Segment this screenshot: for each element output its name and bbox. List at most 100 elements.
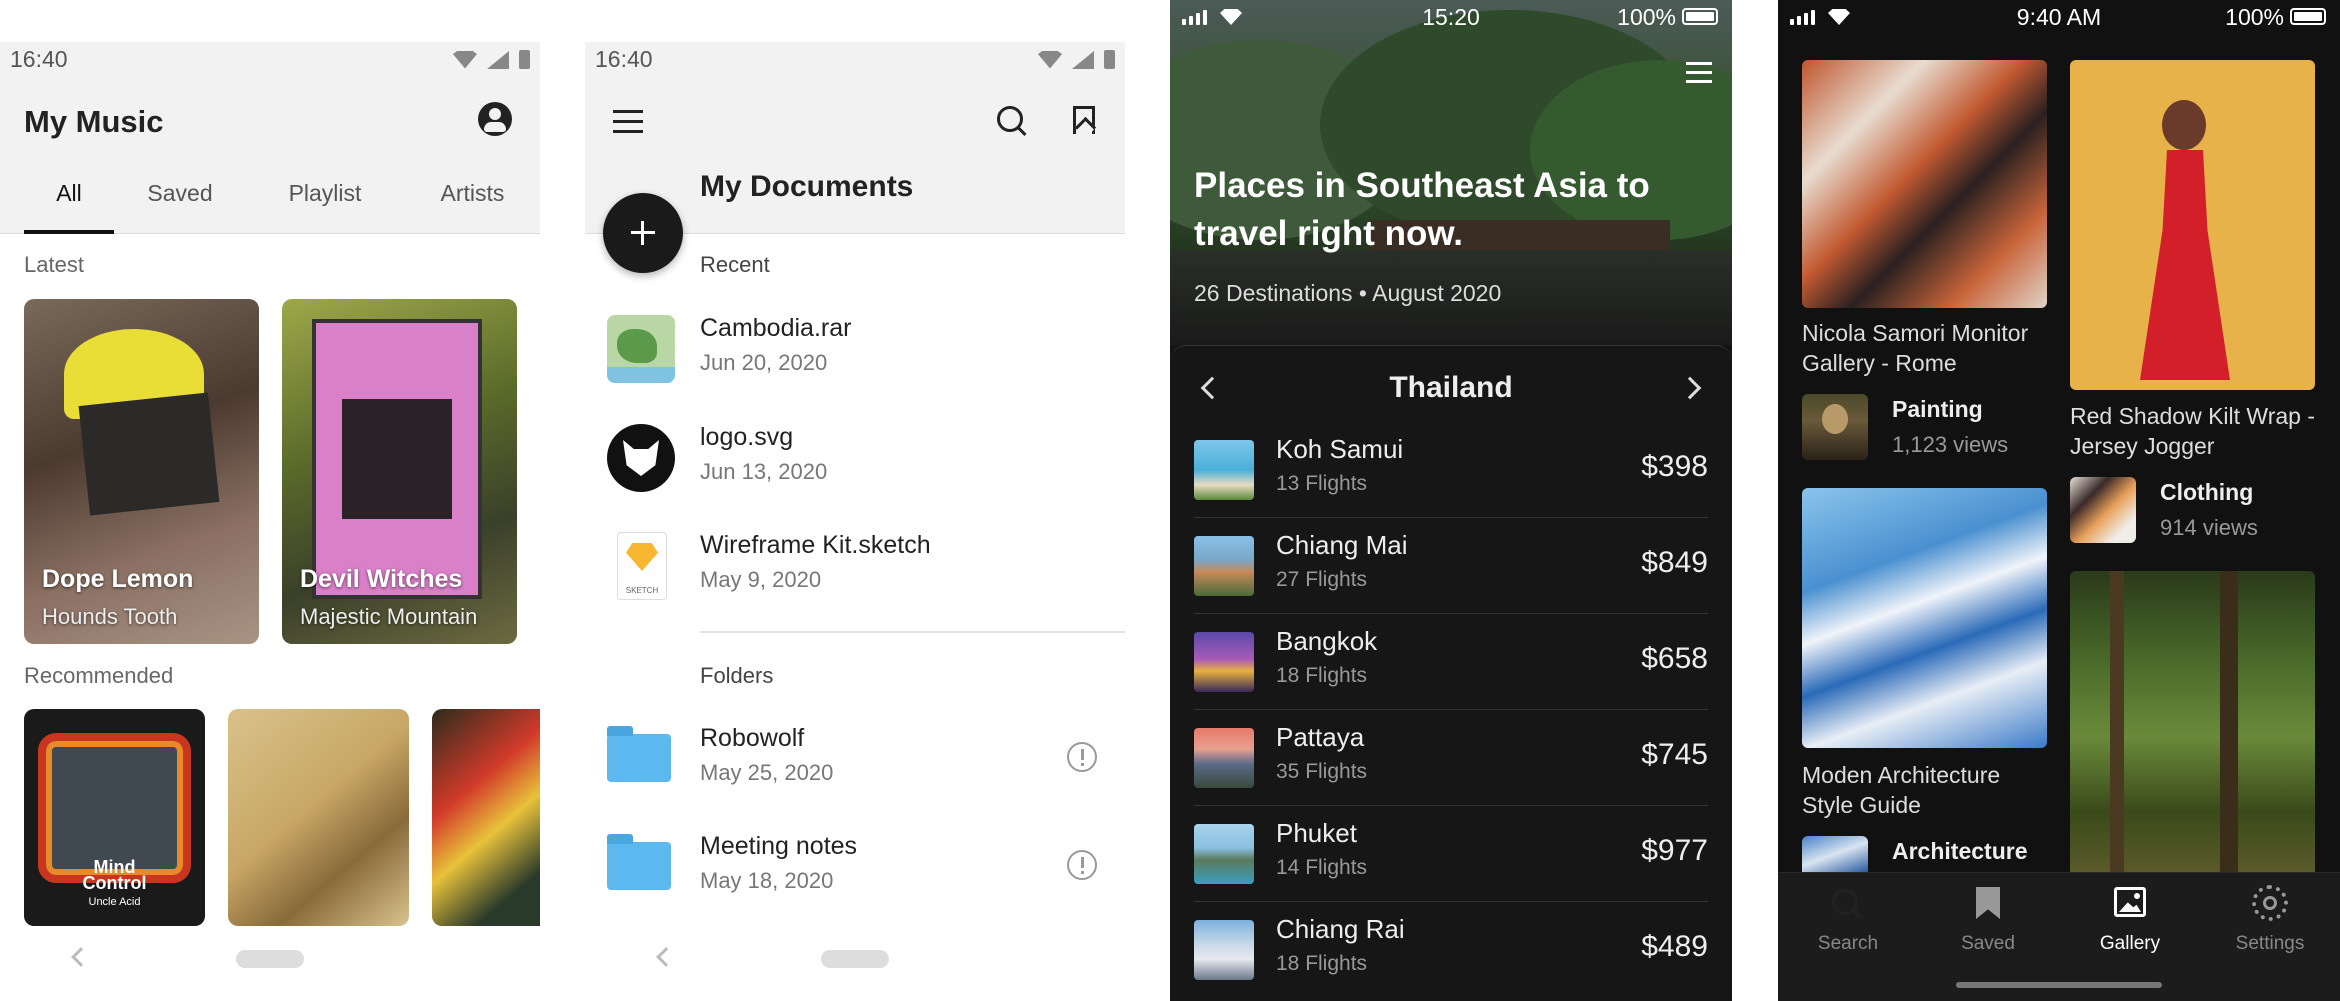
recent-label: Recent bbox=[700, 252, 770, 277]
home-indicator[interactable] bbox=[1956, 982, 2162, 988]
album-card-devil-witches[interactable]: Devil Witches Majestic Mountain bbox=[282, 299, 517, 644]
tab-all[interactable]: All bbox=[24, 176, 114, 207]
info-icon[interactable] bbox=[1067, 742, 1097, 772]
destination-name: Pattaya bbox=[1276, 722, 1365, 752]
tab-saved[interactable]: Saved bbox=[130, 176, 230, 207]
destination-price: $489 bbox=[1641, 930, 1708, 963]
sketch-file-icon: SKETCH bbox=[617, 532, 667, 600]
search-icon[interactable] bbox=[997, 106, 1027, 136]
page-title: My Music bbox=[24, 104, 164, 139]
page-title: Places in Southeast Asia to travel right… bbox=[1194, 166, 1650, 253]
table-row[interactable]: Pattaya 35 Flights $745 bbox=[1194, 710, 1708, 806]
status-bar: 16:40 bbox=[0, 42, 540, 76]
category-name: Painting bbox=[1892, 396, 1983, 422]
list-item[interactable]: SKETCH Wireframe Kit.sketch May 9, 2020 bbox=[607, 527, 1125, 607]
status-bar: 16:40 bbox=[585, 42, 1125, 76]
item-caption: Nicola Samori Monitor Gallery - Rome bbox=[1802, 320, 2029, 376]
file-date: May 9, 2020 bbox=[700, 567, 822, 592]
destination-name: Koh Samui bbox=[1276, 434, 1404, 464]
battery-icon bbox=[1104, 50, 1115, 69]
divider bbox=[700, 631, 1125, 633]
add-button[interactable] bbox=[603, 193, 683, 273]
status-bar: 9:40 AM 100% bbox=[1778, 0, 2340, 36]
tab-indicator bbox=[24, 230, 114, 234]
travel-screen: 15:20 100% Places in Southeast Asia to t… bbox=[1170, 0, 1732, 1001]
tab-label: Gallery bbox=[2099, 933, 2161, 954]
folder-name: Robowolf bbox=[700, 724, 805, 752]
tab-artists[interactable]: Artists bbox=[420, 176, 525, 207]
account-icon[interactable] bbox=[478, 102, 512, 136]
gallery-image-clothing[interactable] bbox=[2070, 60, 2315, 390]
destination-name: Bangkok bbox=[1276, 626, 1378, 656]
destination-flights: 18 Flights bbox=[1276, 664, 1368, 687]
folder-icon bbox=[607, 726, 671, 782]
country-title: Thailand bbox=[1389, 371, 1513, 404]
signal-icon bbox=[1072, 50, 1094, 69]
destination-flights: 35 Flights bbox=[1276, 760, 1368, 783]
bookmark-icon[interactable] bbox=[1073, 106, 1095, 134]
wifi-icon bbox=[453, 50, 477, 69]
category-views: 914 views bbox=[2160, 515, 2258, 540]
recommended-album-1[interactable]: Mind Control Uncle Acid bbox=[24, 709, 205, 926]
gallery-image-forest[interactable] bbox=[2070, 571, 2315, 872]
album-title: Dope Lemon bbox=[42, 565, 194, 593]
category-thumbnail bbox=[1802, 836, 1868, 872]
album-card-dope-lemon[interactable]: Dope Lemon Hounds Tooth bbox=[24, 299, 259, 644]
info-icon[interactable] bbox=[1067, 850, 1097, 880]
tab-playlist[interactable]: Playlist bbox=[270, 176, 380, 207]
destination-name: Chiang Mai bbox=[1276, 530, 1408, 560]
table-row[interactable]: Chiang Rai 18 Flights $489 bbox=[1194, 902, 1708, 998]
destination-price: $658 bbox=[1641, 642, 1708, 675]
destination-thumbnail bbox=[1194, 440, 1254, 500]
menu-icon[interactable] bbox=[613, 110, 643, 134]
recommended-label: Recommended bbox=[24, 663, 174, 688]
recommended-album-2[interactable] bbox=[228, 709, 409, 926]
destination-thumbnail bbox=[1194, 920, 1254, 980]
file-name: Cambodia.rar bbox=[700, 314, 852, 342]
album-artist: Hounds Tooth bbox=[42, 604, 178, 629]
category-thumbnail bbox=[1802, 394, 1868, 460]
gallery-image-painting[interactable] bbox=[1802, 60, 2047, 308]
image-icon bbox=[2114, 887, 2146, 917]
bookmark-icon bbox=[1976, 887, 2000, 919]
category-thumbnail bbox=[2070, 477, 2136, 543]
table-row[interactable]: Koh Samui 13 Flights $398 bbox=[1194, 422, 1708, 518]
list-item[interactable]: logo.svg Jun 13, 2020 bbox=[607, 419, 1125, 499]
battery-percent: 100% bbox=[2225, 4, 2284, 30]
tab-label: Search bbox=[1817, 933, 1879, 954]
navigation-bar bbox=[585, 928, 1125, 1001]
page-subtitle: 26 Destinations • August 2020 bbox=[1194, 280, 1502, 306]
destination-thumbnail bbox=[1194, 632, 1254, 692]
destination-name: Phuket bbox=[1276, 818, 1357, 848]
home-button[interactable] bbox=[821, 950, 889, 968]
back-icon[interactable] bbox=[71, 947, 91, 967]
music-screen: 16:40 My Music All Saved Playlist Artist… bbox=[0, 0, 540, 1001]
list-item[interactable]: Cambodia.rar Jun 20, 2020 bbox=[607, 310, 1125, 390]
folder-date: May 18, 2020 bbox=[700, 868, 834, 893]
file-date: Jun 20, 2020 bbox=[700, 350, 828, 375]
file-name: Wireframe Kit.sketch bbox=[700, 531, 931, 559]
destination-price: $398 bbox=[1641, 450, 1708, 483]
folders-label: Folders bbox=[700, 663, 774, 688]
category-name: Architecture bbox=[1892, 838, 2028, 864]
gallery-screen: 9:40 AM 100% Nicola Samori Monitor Galle… bbox=[1778, 0, 2340, 1001]
list-item[interactable]: Meeting notes May 18, 2020 bbox=[607, 828, 1125, 908]
folder-icon bbox=[607, 834, 671, 890]
folder-date: May 25, 2020 bbox=[700, 760, 834, 785]
list-item[interactable]: Robowolf May 25, 2020 bbox=[607, 720, 1125, 800]
back-icon[interactable] bbox=[656, 947, 676, 967]
wifi-icon bbox=[1038, 50, 1062, 69]
recommended-album-3[interactable] bbox=[432, 709, 540, 926]
gallery-image-architecture[interactable] bbox=[1802, 488, 2047, 748]
table-row[interactable]: Bangkok 18 Flights $658 bbox=[1194, 614, 1708, 710]
status-time: 16:40 bbox=[10, 46, 68, 72]
table-row[interactable]: Phuket 14 Flights $977 bbox=[1194, 806, 1708, 902]
documents-screen: 16:40 My Documents Recent Cambodia.rar J… bbox=[585, 0, 1125, 1001]
music-tabs: All Saved Playlist Artists bbox=[0, 176, 540, 234]
home-button[interactable] bbox=[236, 950, 304, 968]
page-title: My Documents bbox=[700, 170, 914, 203]
menu-icon[interactable] bbox=[1686, 62, 1712, 84]
file-date: Jun 13, 2020 bbox=[700, 459, 828, 484]
table-row[interactable]: Chiang Mai 27 Flights $849 bbox=[1194, 518, 1708, 614]
destination-price: $745 bbox=[1641, 738, 1708, 771]
